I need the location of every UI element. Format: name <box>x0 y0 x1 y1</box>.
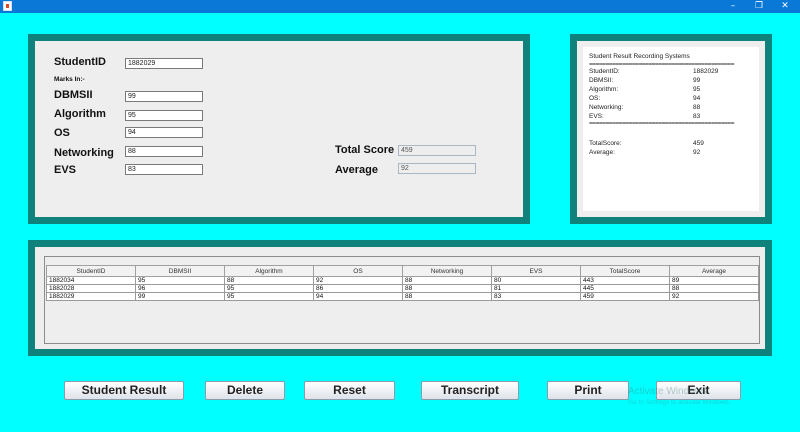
receipt-key: EVS: <box>589 113 604 120</box>
table-cell[interactable]: 445 <box>580 284 670 293</box>
receipt-key: OS: <box>589 95 601 102</box>
table-cell[interactable]: 1882028 <box>46 284 136 293</box>
table-cell[interactable]: 81 <box>491 284 581 293</box>
table-cell[interactable]: 1882029 <box>46 292 136 301</box>
algorithm-label: Algorithm <box>54 108 106 120</box>
average-field: 92 <box>398 163 476 174</box>
table-cell[interactable]: 89 <box>669 276 759 285</box>
receipt-value: 1882029 <box>693 68 719 75</box>
table-cell[interactable]: 86 <box>313 284 403 293</box>
delete-button[interactable]: Delete <box>205 381 285 400</box>
student-id-label: StudentID <box>54 56 106 68</box>
table-cell[interactable]: 443 <box>580 276 670 285</box>
receipt-value: 83 <box>693 113 701 120</box>
receipt-value: 99 <box>693 77 701 84</box>
os-field[interactable]: 94 <box>125 127 203 138</box>
java-app-icon <box>3 1 12 11</box>
receipt-total-line: TotalScore: 459 <box>589 139 753 148</box>
evs-field[interactable]: 83 <box>125 164 203 175</box>
student-id-field[interactable]: 1882029 <box>125 58 203 69</box>
table-cell[interactable]: 88 <box>402 292 492 301</box>
evs-label: EVS <box>54 164 77 176</box>
table-cell[interactable]: 95 <box>135 276 225 285</box>
receipt-text-area[interactable]: Student Result Recording Systems =======… <box>583 47 759 211</box>
receipt-key: StudentID: <box>589 68 620 75</box>
receipt-average-key: Average: <box>589 149 615 156</box>
table-cell[interactable]: 94 <box>313 292 403 301</box>
total-score-field: 459 <box>398 145 476 156</box>
table-cell[interactable]: 96 <box>135 284 225 293</box>
table-cell[interactable]: 88 <box>402 284 492 293</box>
table-cell[interactable]: 459 <box>580 292 670 301</box>
receipt-key: Algorithm: <box>589 86 619 93</box>
table-row[interactable]: 1882029 99 95 94 88 83 459 92 <box>46 292 759 301</box>
title-bar: – ❐ ✕ <box>0 0 800 13</box>
table-cell[interactable]: 88 <box>402 276 492 285</box>
table-cell[interactable]: 88 <box>224 276 314 285</box>
table-row[interactable]: 1882034 95 88 92 88 80 443 89 <box>46 276 759 285</box>
receipt-average-line: Average: 92 <box>589 148 753 157</box>
receipt-total-value: 459 <box>693 140 704 147</box>
receipt-value: 88 <box>693 104 701 111</box>
column-header-total-score[interactable]: TotalScore <box>580 265 670 277</box>
receipt-title: Student Result Recording Systems <box>589 53 690 60</box>
networking-label: Networking <box>54 147 114 159</box>
activate-windows-subtitle: Go to Settings to activate Windows. <box>628 399 731 406</box>
receipt-key: DBMSII: <box>589 77 614 84</box>
column-header-networking[interactable]: Networking <box>402 265 492 277</box>
marks-in-label: Marks In:- <box>54 76 85 83</box>
table-cell[interactable]: 95 <box>224 292 314 301</box>
receipt-line: Algorithm: 95 <box>589 85 753 94</box>
receipt-line: OS: 94 <box>589 94 753 103</box>
dbmsii-field[interactable]: 99 <box>125 91 203 102</box>
receipt-key: Networking: <box>589 104 624 111</box>
table-cell[interactable]: 99 <box>135 292 225 301</box>
column-header-algorithm[interactable]: Algorithm <box>224 265 314 277</box>
os-label: OS <box>54 127 70 139</box>
receipt-value: 94 <box>693 95 701 102</box>
close-icon[interactable]: ✕ <box>770 0 800 13</box>
results-table-scrollpane[interactable]: StudentID DBMSII Algorithm OS Networking… <box>44 256 760 344</box>
transcript-button[interactable]: Transcript <box>421 381 519 400</box>
table-cell[interactable]: 83 <box>491 292 581 301</box>
table-cell[interactable]: 1882034 <box>46 276 136 285</box>
networking-field[interactable]: 88 <box>125 146 203 157</box>
receipt-total-key: TotalScore: <box>589 140 622 147</box>
receipt-line: DBMSII: 99 <box>589 76 753 85</box>
results-table[interactable]: StudentID DBMSII Algorithm OS Networking… <box>46 265 759 301</box>
reset-button[interactable]: Reset <box>304 381 395 400</box>
column-header-average[interactable]: Average <box>669 265 759 277</box>
dbmsii-label: DBMSII <box>54 89 93 101</box>
results-table-panel: StudentID DBMSII Algorithm OS Networking… <box>28 240 772 356</box>
total-score-label: Total Score <box>335 144 395 156</box>
receipt-separator: ========================================… <box>589 121 735 126</box>
receipt-average-value: 92 <box>693 149 701 156</box>
table-cell[interactable]: 92 <box>313 276 403 285</box>
receipt-line: StudentID: 1882029 <box>589 67 753 76</box>
column-header-dbmsii[interactable]: DBMSII <box>135 265 225 277</box>
table-row[interactable]: 1882028 96 95 86 88 81 445 88 <box>46 284 759 293</box>
student-result-button[interactable]: Student Result <box>64 381 184 400</box>
table-cell[interactable]: 80 <box>491 276 581 285</box>
table-cell[interactable]: 92 <box>669 292 759 301</box>
receipt-line: EVS: 83 <box>589 112 753 121</box>
table-cell[interactable]: 88 <box>669 284 759 293</box>
activate-windows-watermark: Activate Windows <box>628 386 707 397</box>
column-header-evs[interactable]: EVS <box>491 265 581 277</box>
receipt-line: Networking: 88 <box>589 103 753 112</box>
average-label: Average <box>335 164 379 176</box>
algorithm-field[interactable]: 95 <box>125 110 203 121</box>
column-header-student-id[interactable]: StudentID <box>46 265 136 277</box>
print-button[interactable]: Print <box>547 381 629 400</box>
receipt-panel: Student Result Recording Systems =======… <box>570 34 772 224</box>
table-cell[interactable]: 95 <box>224 284 314 293</box>
receipt-value: 95 <box>693 86 701 93</box>
column-header-os[interactable]: OS <box>313 265 403 277</box>
marks-entry-panel: StudentID 1882029 Marks In:- DBMSII 99 A… <box>28 34 530 224</box>
